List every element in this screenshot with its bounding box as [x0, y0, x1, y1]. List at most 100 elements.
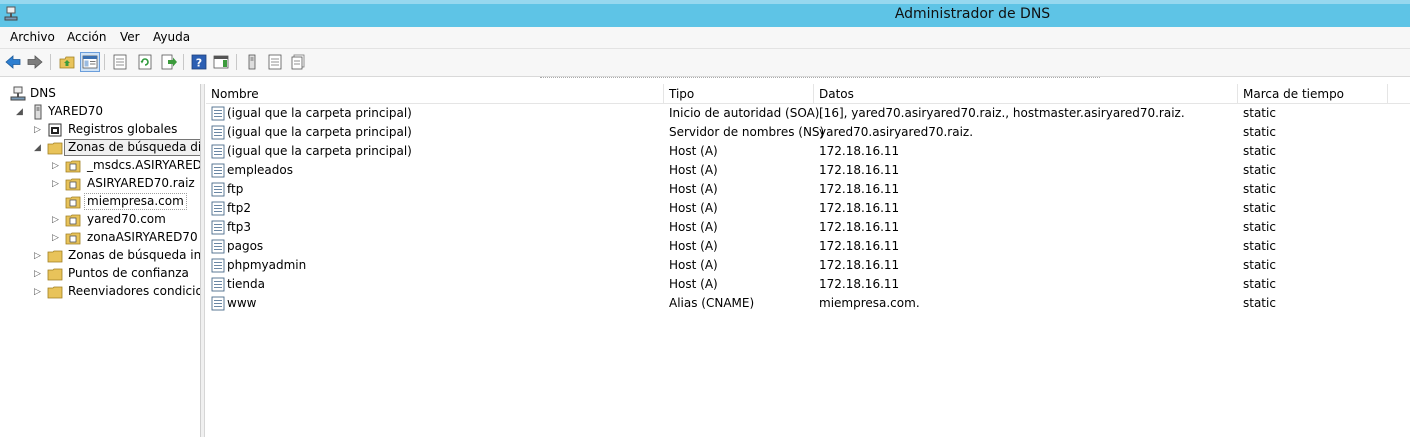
export-icon[interactable] — [160, 53, 178, 71]
dns-record-icon — [211, 144, 225, 159]
table-row[interactable]: phpmyadmin Host (A) 172.18.16.11 static — [206, 256, 1410, 275]
table-row[interactable]: (igual que la carpeta principal) Servidor… — [206, 123, 1410, 142]
cell-nombre: ftp — [227, 182, 244, 196]
table-row[interactable]: (igual que la carpeta principal) Inicio d… — [206, 104, 1410, 123]
cell-datos: yared70.asiryared70.raiz. — [819, 125, 974, 139]
properties-icon[interactable] — [111, 53, 129, 71]
cell-datos: miempresa.com. — [819, 296, 920, 310]
dns-record-icon — [211, 220, 225, 235]
cell-datos: 172.18.16.11 — [819, 220, 900, 234]
tree-node-zone-zonaasiryared70[interactable]: ▷ zonaASIRYARED70 — [0, 229, 200, 247]
cell-tipo: Host (A) — [669, 201, 718, 215]
table-row[interactable]: ftp2 Host (A) 172.18.16.11 static — [206, 199, 1410, 218]
toolbar-separator — [236, 54, 237, 70]
tree-node-dns[interactable]: DNS — [0, 85, 200, 103]
expand-arrow-icon[interactable]: ▷ — [34, 286, 44, 298]
cell-datos: 172.18.16.11 — [819, 239, 900, 253]
cell-tipo: Host (A) — [669, 277, 718, 291]
table-row[interactable]: empleados Host (A) 172.18.16.11 static — [206, 161, 1410, 180]
cell-marca-tiempo: static — [1243, 220, 1276, 234]
tree-node-zone-asiryared70[interactable]: ▷ ASIRYARED70.raiz — [0, 175, 200, 193]
tree-label-tooltip: Zonas de búsqueda directa — [64, 139, 200, 156]
help-icon[interactable]: ? — [190, 53, 208, 71]
tree-node-reenviadores[interactable]: ▷ Reenviadores condicionales — [0, 283, 200, 301]
collapse-arrow-icon[interactable]: ◢ — [16, 106, 26, 118]
expand-arrow-icon[interactable]: ▷ — [52, 160, 62, 172]
toolbar: ? — [0, 49, 1410, 77]
record-list-icon[interactable] — [266, 53, 284, 71]
column-header-datos[interactable]: Datos — [814, 84, 1238, 104]
tree-node-zonas-inversa[interactable]: ▷ Zonas de búsqueda inversa — [0, 247, 200, 265]
show-tree-icon[interactable] — [80, 52, 100, 72]
tree-label: ASIRYARED70.raiz — [87, 176, 195, 190]
tree-node-zonas-directa[interactable]: ◢ Zonas de búsqueda directa — [0, 139, 200, 157]
cell-nombre: phpmyadmin — [227, 258, 307, 272]
back-arrow-icon[interactable] — [4, 53, 22, 71]
up-folder-icon[interactable] — [58, 53, 76, 71]
cell-marca-tiempo: static — [1243, 239, 1276, 253]
table-row[interactable]: (igual que la carpeta principal) Host (A)… — [206, 142, 1410, 161]
expand-arrow-icon[interactable]: ▷ — [52, 214, 62, 226]
folder-icon — [47, 286, 63, 299]
expand-arrow-icon[interactable]: ▷ — [52, 232, 62, 244]
tree-label: Puntos de confianza — [68, 266, 189, 280]
menu-ver[interactable]: Ver — [120, 30, 140, 44]
collapse-arrow-icon[interactable]: ◢ — [34, 142, 44, 154]
tree-node-registros-globales[interactable]: ▷ Registros globales — [0, 121, 200, 139]
console-tree: DNS ◢ YARED70 ▷ Registros globales ◢ Zon… — [0, 84, 201, 437]
cell-nombre: (igual que la carpeta principal) — [227, 106, 412, 120]
tree-label-server: YARED70 — [48, 104, 104, 118]
refresh-icon[interactable] — [136, 53, 154, 71]
expand-arrow-icon[interactable]: ▷ — [34, 268, 44, 280]
cell-nombre: ftp3 — [227, 220, 251, 234]
cell-marca-tiempo: static — [1243, 144, 1276, 158]
cell-nombre: www — [227, 296, 257, 310]
cell-datos: [16], yared70.asiryared70.raiz., hostmas… — [819, 106, 1185, 120]
tree-node-puntos-confianza[interactable]: ▷ Puntos de confianza — [0, 265, 200, 283]
tree-node-zone-msdcs[interactable]: ▷ _msdcs.ASIRYARED70 — [0, 157, 200, 175]
table-row[interactable]: tienda Host (A) 172.18.16.11 static — [206, 275, 1410, 294]
cell-tipo: Host (A) — [669, 258, 718, 272]
folder-icon — [47, 250, 63, 263]
record-copy-icon[interactable] — [289, 53, 307, 71]
zone-icon — [65, 196, 81, 209]
menu-ayuda[interactable]: Ayuda — [153, 30, 190, 44]
dns-record-icon — [211, 125, 225, 140]
server-icon[interactable] — [243, 53, 261, 71]
dns-record-icon — [211, 106, 225, 121]
table-row[interactable]: ftp3 Host (A) 172.18.16.11 static — [206, 218, 1410, 237]
table-row[interactable]: www Alias (CNAME) miempresa.com. static — [206, 294, 1410, 313]
table-row[interactable]: pagos Host (A) 172.18.16.11 static — [206, 237, 1410, 256]
expand-arrow-icon[interactable]: ▷ — [34, 250, 44, 262]
pane-splitter[interactable] — [201, 84, 205, 437]
cell-nombre: tienda — [227, 277, 265, 291]
cell-tipo: Inicio de autoridad (SOA) — [669, 106, 820, 120]
cell-tipo: Host (A) — [669, 239, 718, 253]
cell-datos: 172.18.16.11 — [819, 163, 900, 177]
cell-marca-tiempo: static — [1243, 125, 1276, 139]
column-header-tipo[interactable]: Tipo — [664, 84, 814, 104]
table-row[interactable]: ftp Host (A) 172.18.16.11 static — [206, 180, 1410, 199]
dns-record-icon — [211, 296, 225, 311]
tree-label-dns: DNS — [30, 86, 56, 100]
tree-label: Registros globales — [68, 122, 178, 136]
dns-record-icon — [211, 201, 225, 216]
tree-label: yared70.com — [87, 212, 166, 226]
menu-accion[interactable]: Acción — [67, 30, 106, 44]
action-pane-icon[interactable] — [212, 53, 230, 71]
tree-node-server[interactable]: ◢ YARED70 — [0, 103, 200, 121]
tree-label: Zonas de búsqueda inversa — [68, 248, 201, 262]
forward-arrow-icon[interactable] — [26, 53, 44, 71]
dns-record-icon — [211, 258, 225, 273]
cell-marca-tiempo: static — [1243, 296, 1276, 310]
column-header-nombre[interactable]: Nombre — [206, 84, 664, 104]
tree-node-zone-yared70[interactable]: ▷ yared70.com — [0, 211, 200, 229]
cell-datos: 172.18.16.11 — [819, 201, 900, 215]
column-header-marca-tiempo[interactable]: Marca de tiempo — [1238, 84, 1388, 104]
expand-arrow-icon[interactable]: ▷ — [34, 124, 44, 136]
dns-record-icon — [211, 239, 225, 254]
expand-arrow-icon[interactable]: ▷ — [52, 178, 62, 190]
menu-archivo[interactable]: Archivo — [10, 30, 55, 44]
cell-datos: 172.18.16.11 — [819, 258, 900, 272]
tree-node-zone-miempresa[interactable]: miempresa.com — [0, 193, 200, 211]
